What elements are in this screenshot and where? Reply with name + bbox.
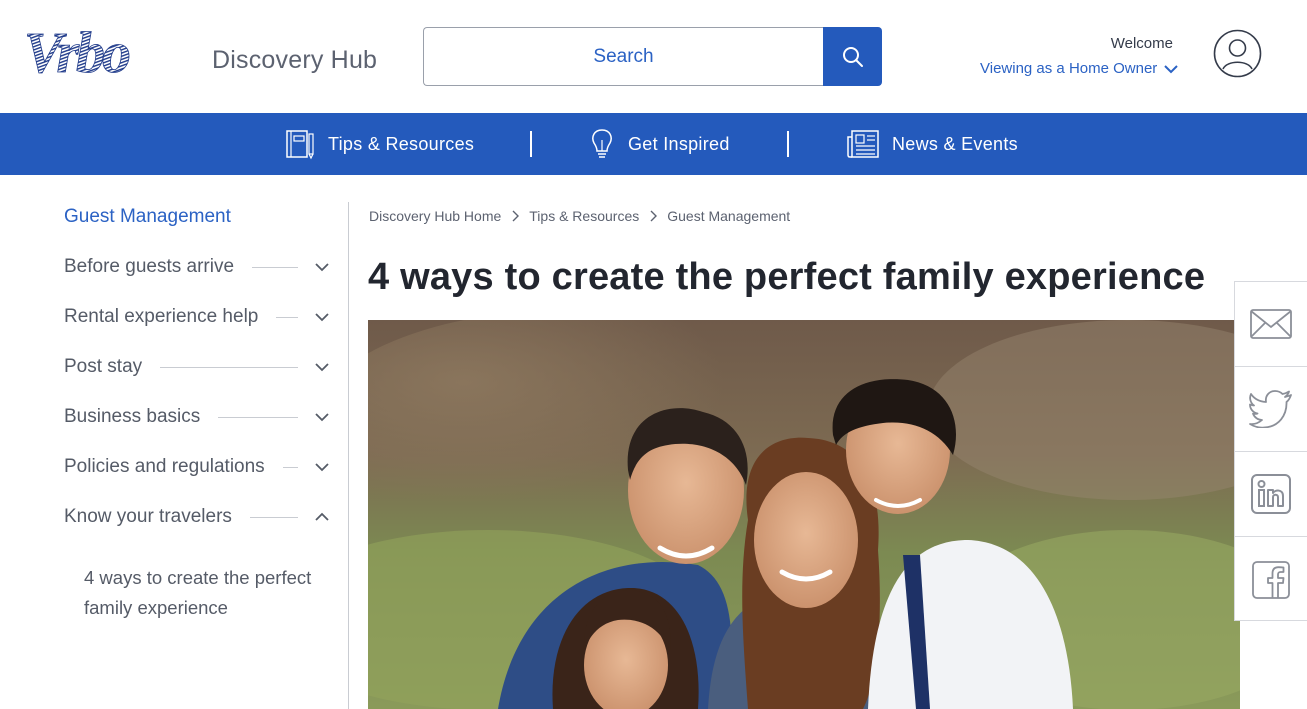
main-navigation: Tips & Resources Get Inspired News & Eve… <box>0 113 1307 175</box>
sidebar-item-label: Policies and regulations <box>64 456 265 477</box>
divider <box>218 416 298 418</box>
chevron-down-icon <box>315 363 329 372</box>
divider <box>249 516 298 518</box>
nav-divider <box>787 131 789 157</box>
chevron-right-icon <box>511 210 520 222</box>
search-input[interactable] <box>424 28 823 85</box>
nav-news-events[interactable]: News & Events <box>846 113 1018 175</box>
breadcrumb: Discovery Hub Home Tips & Resources Gues… <box>369 208 790 224</box>
facebook-icon <box>1252 560 1290 599</box>
sidebar-item-label: Before guests arrive <box>64 256 235 277</box>
welcome-text: Welcome <box>1110 35 1173 52</box>
sidebar-item-before-guests-arrive[interactable]: Before guests arrive <box>64 252 330 282</box>
chevron-down-icon <box>315 413 329 422</box>
share-facebook-button[interactable] <box>1235 537 1307 622</box>
nav-label: Tips & Resources <box>328 133 475 154</box>
nav-get-inspired[interactable]: Get Inspired <box>588 113 730 175</box>
sidebar-item-label: Post stay <box>64 356 143 377</box>
article-hero-image <box>368 320 1240 709</box>
sidebar-heading[interactable]: Guest Management <box>64 206 231 228</box>
sidebar-item-know-your-travelers[interactable]: Know your travelers <box>64 502 330 532</box>
site-header: Vrbo Discovery Hub Welcome Viewing as a … <box>0 0 1307 113</box>
nav-label: News & Events <box>892 133 1018 154</box>
sidebar-item-policies-and-regulations[interactable]: Policies and regulations <box>64 452 330 482</box>
sidebar-item-post-stay[interactable]: Post stay <box>64 352 330 382</box>
nav-divider <box>530 131 532 157</box>
newspaper-icon <box>847 130 879 158</box>
divider <box>252 266 298 268</box>
chevron-down-icon <box>315 313 329 322</box>
breadcrumb-guest-management[interactable]: Guest Management <box>667 208 790 224</box>
linkedin-icon <box>1251 474 1291 514</box>
hub-title: Discovery Hub <box>212 46 378 74</box>
sidebar-item-business-basics[interactable]: Business basics <box>64 402 330 432</box>
sidebar-item-label: Rental experience help <box>64 306 259 327</box>
social-share-bar <box>1234 281 1307 621</box>
family-photo <box>368 320 1240 709</box>
user-avatar-icon[interactable] <box>1213 29 1262 78</box>
chevron-right-icon <box>649 210 658 222</box>
breadcrumb-tips-resources[interactable]: Tips & Resources <box>529 208 639 224</box>
viewing-as-label: Viewing as a Home Owner <box>980 60 1158 77</box>
email-icon <box>1250 309 1292 339</box>
share-twitter-button[interactable] <box>1235 367 1307 452</box>
share-linkedin-button[interactable] <box>1235 452 1307 537</box>
divider <box>276 316 298 318</box>
chevron-up-icon <box>315 512 329 521</box>
article-title: 4 ways to create the perfect family expe… <box>368 256 1206 298</box>
nav-label: Get Inspired <box>628 133 730 154</box>
sidebar-item-label: Know your travelers <box>64 506 232 527</box>
nav-tips-resources[interactable]: Tips & Resources <box>284 113 474 175</box>
sidebar-item-label: Business basics <box>64 406 201 427</box>
chevron-down-icon <box>315 463 329 472</box>
sidebar-subitem-article[interactable]: 4 ways to create the perfect family expe… <box>84 563 334 623</box>
breadcrumb-home[interactable]: Discovery Hub Home <box>369 208 501 224</box>
sidebar-divider <box>348 202 349 709</box>
chevron-down-icon <box>1164 64 1179 73</box>
share-email-button[interactable] <box>1235 282 1307 367</box>
search-button[interactable] <box>823 27 882 86</box>
sidebar: Guest Management Before guests arrive Re… <box>0 175 349 709</box>
twitter-icon <box>1249 390 1292 428</box>
viewing-as-dropdown[interactable]: Viewing as a Home Owner <box>980 60 1179 77</box>
chevron-down-icon <box>315 263 329 272</box>
notebook-icon <box>286 130 314 160</box>
search-field <box>423 27 823 86</box>
sidebar-item-rental-experience-help[interactable]: Rental experience help <box>64 302 330 332</box>
search-icon <box>842 46 863 67</box>
vrbo-logo[interactable]: Vrbo <box>24 24 188 80</box>
divider <box>160 366 298 368</box>
lightbulb-icon <box>592 129 612 158</box>
svg-text:Vrbo: Vrbo <box>24 24 130 80</box>
divider <box>282 466 298 468</box>
